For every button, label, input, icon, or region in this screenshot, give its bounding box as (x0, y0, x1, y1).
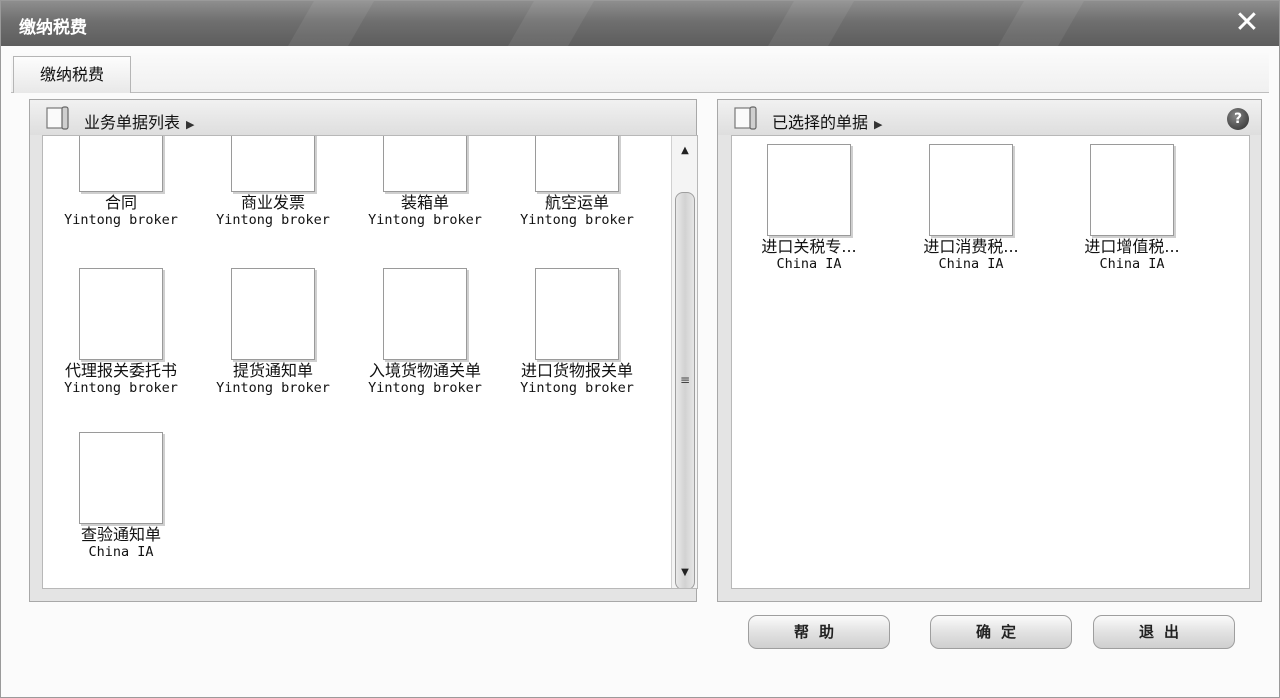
document-list-header: 业务单据列表 ▶ (30, 100, 696, 135)
scroll-thumb[interactable]: ≡ (675, 192, 695, 588)
document-thumbnail (929, 144, 1013, 236)
document-name: 进口关税专... (761, 238, 857, 256)
document-item[interactable]: 装箱单 Yintong broker (352, 136, 498, 228)
title-bar: 缴纳税费 ✕ (1, 1, 1279, 46)
document-thumbnail (79, 268, 163, 360)
close-icon[interactable]: ✕ (1231, 7, 1263, 39)
document-item[interactable]: 合同 Yintong broker (48, 136, 194, 228)
document-name: 入境货物通关单 (368, 362, 481, 380)
title-bar-decoration (288, 1, 374, 46)
confirm-button[interactable]: 确定 (930, 615, 1072, 649)
document-owner: China IA (938, 256, 1004, 272)
document-name: 航空运单 (544, 194, 609, 212)
document-thumbnail (79, 432, 163, 524)
book-icon (46, 106, 69, 130)
title-bar-decoration (768, 1, 854, 46)
document-name: 查验通知单 (80, 526, 161, 544)
document-list-panel: 业务单据列表 ▶ 合同 Yintong broker 商业发票 Yintong b… (29, 99, 698, 602)
window-title: 缴纳税费 (19, 18, 87, 38)
help-icon[interactable]: ? (1227, 108, 1249, 130)
document-thumbnail (79, 136, 163, 192)
grip-icon: ≡ (679, 373, 691, 387)
dialog-window: 缴纳税费 ✕ 缴纳税费 业务单据列表 ▶ 合同 Yintong broker 商业… (0, 0, 1280, 698)
document-name: 代理报关委托书 (64, 362, 177, 380)
tab-strip: 缴纳税费 (11, 53, 1269, 93)
document-item[interactable]: 代理报关委托书 Yintong broker (48, 268, 194, 396)
scroll-down-icon[interactable]: ▼ (672, 560, 697, 586)
caret-right-icon: ▶ (186, 118, 195, 131)
document-item[interactable]: 提货通知单 Yintong broker (200, 268, 346, 396)
document-thumbnail (1090, 144, 1174, 236)
document-owner: Yintong broker (64, 212, 178, 228)
selected-documents-body[interactable]: 进口关税专... China IA 进口消费税... China IA 进口增值… (731, 135, 1250, 589)
document-thumbnail (231, 268, 315, 360)
document-owner: Yintong broker (520, 212, 634, 228)
selected-document-item[interactable]: 进口关税专... China IA (736, 144, 882, 272)
document-item[interactable]: 航空运单 Yintong broker (504, 136, 650, 228)
document-name: 合同 (104, 194, 137, 212)
help-button[interactable]: 帮助 (748, 615, 890, 649)
selected-documents-header: 已选择的单据 ▶ ? (718, 100, 1261, 135)
document-owner: Yintong broker (216, 380, 330, 396)
document-item[interactable]: 进口货物报关单 Yintong broker (504, 268, 650, 396)
document-owner: Yintong broker (64, 380, 178, 396)
document-item[interactable]: 入境货物通关单 Yintong broker (352, 268, 498, 396)
document-thumbnail (231, 136, 315, 192)
scroll-up-icon[interactable]: ▲ (672, 138, 697, 164)
book-icon (734, 106, 757, 130)
selected-documents-panel: 已选择的单据 ▶ ? 进口关税专... China IA 进口消费税... Chi… (717, 99, 1262, 602)
document-owner: Yintong broker (368, 380, 482, 396)
selected-document-item[interactable]: 进口增值税... China IA (1059, 144, 1205, 272)
document-owner: Yintong broker (368, 212, 482, 228)
selected-document-item[interactable]: 进口消费税... China IA (898, 144, 1044, 272)
document-name: 装箱单 (400, 194, 449, 212)
document-thumbnail (383, 268, 467, 360)
document-thumbnail (383, 136, 467, 192)
document-name: 提货通知单 (232, 362, 313, 380)
document-name: 商业发票 (240, 194, 305, 212)
document-item[interactable]: 商业发票 Yintong broker (200, 136, 346, 228)
title-bar-decoration (998, 1, 1084, 46)
vertical-scrollbar[interactable]: ▲ ≡ ▼ (671, 136, 697, 588)
document-owner: China IA (776, 256, 842, 272)
document-list-title[interactable]: 业务单据列表 ▶ (84, 109, 194, 133)
document-thumbnail (535, 136, 619, 192)
selected-documents-title[interactable]: 已选择的单据 ▶ (772, 109, 882, 133)
document-name: 进口增值税... (1084, 238, 1180, 256)
document-thumbnail (767, 144, 851, 236)
document-owner: China IA (1099, 256, 1165, 272)
tab-pay-taxes[interactable]: 缴纳税费 (13, 56, 131, 93)
document-owner: Yintong broker (216, 212, 330, 228)
document-owner: Yintong broker (520, 380, 634, 396)
exit-button[interactable]: 退出 (1093, 615, 1235, 649)
title-bar-decoration (508, 1, 594, 46)
caret-right-icon: ▶ (874, 118, 883, 131)
document-thumbnail (535, 268, 619, 360)
document-item[interactable]: 查验通知单 China IA (48, 432, 194, 560)
document-name: 进口货物报关单 (520, 362, 633, 380)
document-owner: China IA (88, 544, 154, 560)
document-list-body[interactable]: 合同 Yintong broker 商业发票 Yintong broker 装箱… (42, 135, 698, 589)
document-name: 进口消费税... (923, 238, 1019, 256)
